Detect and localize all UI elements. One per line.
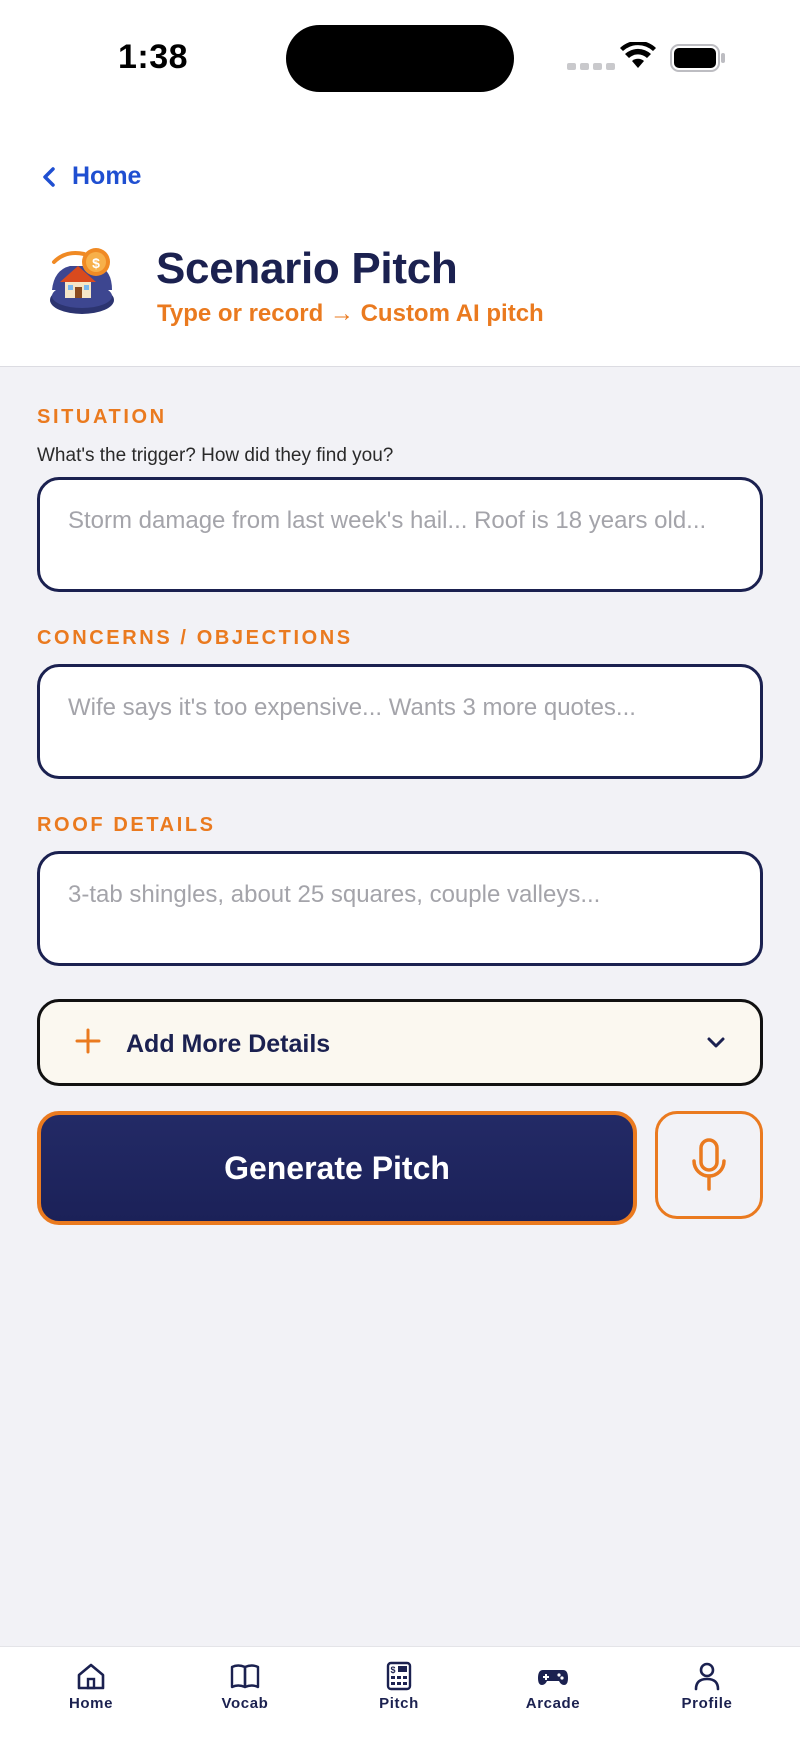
tab-profile[interactable]: Profile bbox=[647, 1661, 767, 1712]
tab-label: Vocab bbox=[221, 1695, 269, 1712]
dynamic-island bbox=[286, 25, 514, 92]
add-more-details-toggle[interactable]: Add More Details bbox=[37, 999, 763, 1086]
microphone-icon bbox=[692, 1138, 726, 1191]
situation-input[interactable] bbox=[37, 477, 763, 592]
calculator-icon: $ bbox=[386, 1661, 412, 1691]
roof-details-label: ROOF DETAILS bbox=[37, 814, 216, 836]
tab-home[interactable]: Home bbox=[31, 1661, 151, 1712]
tab-label: Profile bbox=[681, 1695, 733, 1712]
page-title: Scenario Pitch bbox=[156, 244, 458, 293]
status-time: 1:38 bbox=[118, 38, 189, 76]
scenario-pitch-logo-icon: $ bbox=[50, 248, 114, 314]
status-bar: 1:38 bbox=[0, 0, 800, 110]
tab-vocab[interactable]: Vocab bbox=[185, 1661, 305, 1712]
back-label: Home bbox=[72, 162, 142, 190]
person-icon bbox=[694, 1662, 720, 1691]
roof-details-input[interactable] bbox=[37, 851, 763, 966]
concerns-input[interactable] bbox=[37, 664, 763, 779]
gamepad-icon bbox=[538, 1670, 568, 1685]
situation-hint: What's the trigger? How did they find yo… bbox=[37, 445, 394, 466]
tab-pitch[interactable]: $ Pitch bbox=[339, 1661, 459, 1712]
situation-label: SITUATION bbox=[37, 406, 167, 428]
tab-label: Home bbox=[68, 1695, 114, 1712]
page-header: Home $ Scenario Pitch Type or record → C… bbox=[0, 110, 800, 367]
svg-text:$: $ bbox=[390, 1665, 395, 1675]
svg-text:$: $ bbox=[92, 255, 100, 271]
back-button[interactable]: Home bbox=[40, 162, 141, 191]
tab-label: Arcade bbox=[525, 1695, 581, 1712]
book-icon bbox=[230, 1664, 260, 1689]
chevron-down-icon bbox=[707, 1037, 725, 1048]
add-more-details-label: Add More Details bbox=[126, 1030, 331, 1058]
battery-icon bbox=[670, 44, 725, 72]
page-subtitle: Type or record → Custom AI pitch bbox=[157, 300, 544, 327]
home-icon bbox=[77, 1663, 105, 1690]
cellular-signal-icon bbox=[567, 63, 615, 70]
record-voice-button[interactable] bbox=[655, 1111, 763, 1219]
tab-arcade[interactable]: Arcade bbox=[493, 1661, 613, 1712]
plus-icon bbox=[75, 1028, 101, 1054]
tab-label: Pitch bbox=[379, 1695, 419, 1712]
concerns-label: CONCERNS / OBJECTIONS bbox=[37, 627, 353, 649]
chevron-left-icon bbox=[43, 166, 55, 187]
tab-bar: Home Vocab $ Pitch Arcade Profile bbox=[0, 1646, 800, 1738]
generate-pitch-label: Generate Pitch bbox=[224, 1149, 450, 1186]
generate-pitch-button[interactable]: Generate Pitch bbox=[37, 1111, 637, 1225]
wifi-icon bbox=[620, 42, 656, 68]
